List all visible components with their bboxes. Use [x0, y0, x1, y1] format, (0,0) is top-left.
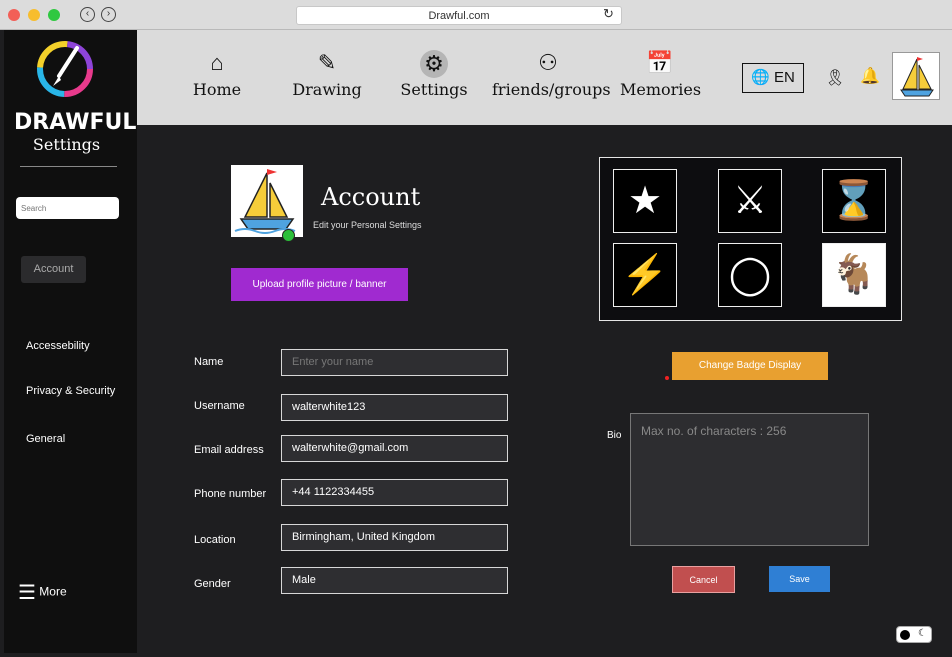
- minimize-window-button[interactable]: [28, 9, 40, 21]
- tab-memories[interactable]: 📅 Memories: [620, 30, 702, 99]
- search-input[interactable]: [16, 197, 119, 219]
- top-navigation: ⌂ Home ✎ Drawing ⚙ Settings ⚇ friends/gr…: [137, 30, 952, 125]
- goat-icon[interactable]: 🐐: [822, 243, 886, 307]
- bio-label: Bio: [607, 430, 622, 441]
- gender-label: Gender: [194, 578, 231, 590]
- notification-dot: [665, 376, 669, 380]
- tab-label: Drawing: [292, 80, 362, 99]
- forward-icon[interactable]: ›: [101, 7, 116, 22]
- username-label: Username: [194, 400, 245, 412]
- spartan-helmet-icon[interactable]: ⚔: [718, 169, 782, 233]
- gear-icon: ⚙: [399, 50, 469, 80]
- gender-field[interactable]: Male: [281, 567, 508, 594]
- sidebar-item-privacy[interactable]: Privacy & Security: [26, 385, 115, 397]
- brand-name: DRAWFUL: [14, 110, 137, 135]
- language-selector[interactable]: 🌐 EN: [742, 63, 804, 93]
- theme-toggle[interactable]: ☾: [896, 626, 932, 643]
- maximize-window-button[interactable]: [48, 9, 60, 21]
- hamburger-icon: ☰: [18, 582, 36, 604]
- url-text: Drawful.com: [428, 10, 490, 22]
- star-icon[interactable]: ★: [613, 169, 677, 233]
- globe-icon: 🌐: [751, 69, 770, 86]
- tab-settings[interactable]: ⚙ Settings: [399, 30, 469, 99]
- users-icon: ⚇: [538, 50, 558, 75]
- bio-placeholder: Max no. of characters : 256: [641, 424, 787, 438]
- back-icon[interactable]: ‹: [80, 7, 95, 22]
- email-field[interactable]: walterwhite@gmail.com: [281, 435, 508, 462]
- badge-display: ★ ⚔ ⌛ ⚡ ◯ 🐐: [599, 157, 902, 321]
- phone-field[interactable]: +44 1122334455: [281, 479, 508, 506]
- online-status-indicator: [282, 229, 295, 242]
- tab-label: friends/groups: [492, 80, 611, 99]
- tab-label: Memories: [620, 80, 702, 99]
- astronaut-helmet-icon[interactable]: ◯: [718, 243, 782, 307]
- badge-ribbon-icon[interactable]: 🎗: [825, 68, 845, 88]
- tab-friends-groups[interactable]: ⚇ friends/groups: [492, 30, 611, 99]
- tab-label: Settings: [400, 80, 468, 99]
- toggle-knob: [900, 630, 910, 640]
- close-window-button[interactable]: [8, 9, 20, 21]
- reload-icon[interactable]: ↻: [603, 6, 614, 22]
- hourglass-icon[interactable]: ⌛: [822, 169, 886, 233]
- avatar[interactable]: [892, 52, 940, 100]
- lightning-icon[interactable]: ⚡: [613, 243, 677, 307]
- profile-picture[interactable]: [231, 165, 303, 237]
- moon-icon: ☾: [918, 628, 927, 639]
- page-subtitle: Edit your Personal Settings: [313, 220, 422, 230]
- email-label: Email address: [194, 444, 264, 456]
- name-label: Name: [194, 356, 224, 368]
- sidebar-item-accessibility[interactable]: Accessebility: [26, 340, 90, 352]
- browser-toolbar: ‹ › Drawful.com ↻: [0, 0, 952, 30]
- bell-icon[interactable]: 🔔: [860, 66, 880, 86]
- location-label: Location: [194, 534, 236, 546]
- sidebar-title: Settings: [32, 135, 101, 154]
- phone-label: Phone number: [194, 488, 267, 500]
- save-button[interactable]: Save: [769, 566, 830, 592]
- more-label: More: [39, 584, 67, 599]
- bio-textarea[interactable]: Max no. of characters : 256: [630, 413, 869, 546]
- location-field[interactable]: Birmingham, United Kingdom: [281, 524, 508, 551]
- username-field[interactable]: walterwhite123: [281, 394, 508, 421]
- sailboat-icon: [234, 169, 296, 234]
- name-field[interactable]: Enter your name: [281, 349, 508, 376]
- sidebar-divider: [20, 166, 117, 167]
- tab-home[interactable]: ⌂ Home: [182, 30, 252, 99]
- sidebar-item-account[interactable]: Account: [21, 256, 86, 283]
- page-title: Account: [321, 183, 421, 211]
- drawful-logo-icon: [37, 41, 93, 97]
- sidebar-item-general[interactable]: General: [26, 433, 65, 445]
- sailboat-icon: [900, 57, 934, 97]
- change-badge-button[interactable]: Change Badge Display: [672, 352, 828, 380]
- language-code: EN: [774, 69, 795, 86]
- upload-picture-button[interactable]: Upload profile picture / banner: [231, 268, 408, 301]
- tab-drawing[interactable]: ✎ Drawing: [287, 30, 367, 99]
- cancel-button[interactable]: Cancel: [672, 566, 735, 593]
- home-icon: ⌂: [210, 50, 224, 75]
- more-menu[interactable]: ☰ More: [18, 580, 67, 605]
- tab-label: Home: [192, 80, 242, 99]
- address-bar[interactable]: Drawful.com: [296, 6, 622, 25]
- pen-icon: ✎: [317, 50, 337, 75]
- calendar-icon: 📅: [646, 50, 674, 75]
